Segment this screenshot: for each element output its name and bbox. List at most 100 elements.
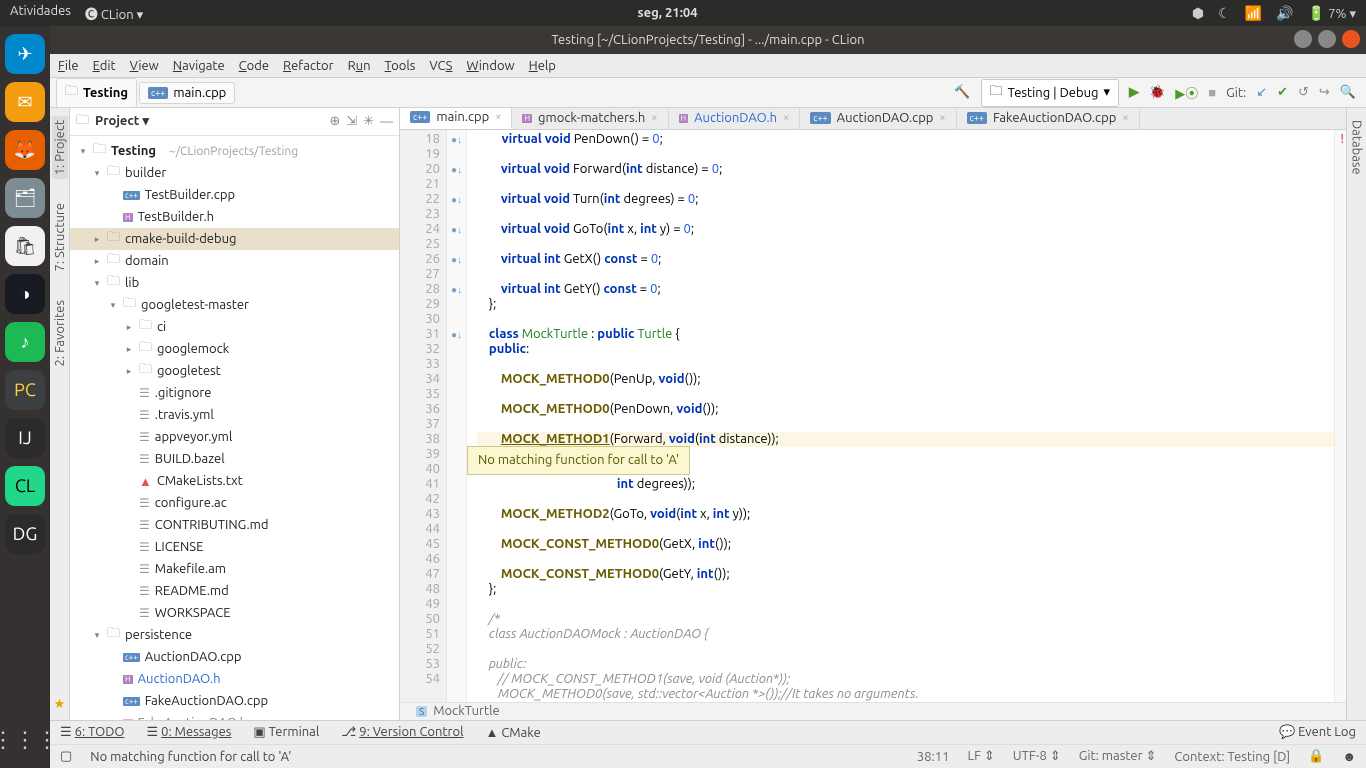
status-bar: ▢ No matching function for call to 'A' 3…: [50, 744, 1366, 768]
menu-run[interactable]: Run: [348, 59, 371, 73]
menu-refactor[interactable]: Refactor: [283, 59, 334, 73]
search-everywhere-icon[interactable]: 🔍: [1340, 85, 1356, 100]
code-editor[interactable]: 1819202122232425262728293031323334353637…: [400, 130, 1346, 702]
dock-software-icon[interactable]: 🛍: [5, 226, 45, 266]
code-surface[interactable]: virtual void PenDown() = 0; virtual void…: [467, 130, 1346, 702]
dock-mail-icon[interactable]: ✉: [5, 82, 45, 122]
dock-pycharm-icon[interactable]: PC: [5, 370, 45, 410]
menu-tools[interactable]: Tools: [385, 59, 416, 73]
tool-terminal[interactable]: ▣ Terminal: [253, 725, 319, 740]
window-maximize-button[interactable]: [1318, 30, 1336, 48]
close-icon[interactable]: ×: [495, 111, 501, 123]
tree-cmake-build-debug[interactable]: ▸🗀cmake-build-debug: [70, 228, 399, 250]
close-icon[interactable]: ×: [783, 112, 789, 124]
toolwindow-project-tab[interactable]: 1: Project: [52, 116, 68, 179]
menu-window[interactable]: Window: [466, 59, 514, 73]
settings-icon[interactable]: ✳: [363, 114, 374, 129]
hide-icon[interactable]: —: [380, 115, 393, 129]
tab-fakeauctiondao-cpp[interactable]: c++FakeAuctionDAO.cpp×: [957, 108, 1140, 129]
run-with-coverage-icon[interactable]: ▶⦿: [1175, 83, 1198, 102]
dock-intellij-icon[interactable]: IJ: [5, 418, 45, 458]
wifi-icon[interactable]: 📶: [1245, 5, 1262, 22]
menu-edit[interactable]: Edit: [93, 59, 116, 73]
volume-icon[interactable]: 🔊: [1276, 5, 1293, 22]
window-titlebar: Testing [~/CLionProjects/Testing] - .../…: [50, 26, 1366, 54]
build-icon[interactable]: 🔨: [954, 85, 970, 100]
dock-firefox-icon[interactable]: 🦊: [5, 130, 45, 170]
right-tool-strip: Database: [1346, 108, 1366, 720]
night-icon[interactable]: ☾: [1218, 5, 1231, 22]
project-tree[interactable]: ▾🗀Testing ~/CLionProjects/Testing ▾🗀buil…: [70, 136, 399, 720]
menu-vcs[interactable]: VCS: [429, 59, 452, 73]
activities-label[interactable]: Atividades: [10, 4, 71, 23]
git-history-icon[interactable]: ↺: [1298, 85, 1309, 100]
dropbox-icon[interactable]: ⬢: [1192, 5, 1204, 22]
menu-view[interactable]: View: [130, 59, 159, 73]
run-config-dropdown[interactable]: 🗀 Testing | Debug ▾: [981, 79, 1119, 107]
crumb-file[interactable]: c++main.cpp: [139, 82, 235, 104]
tab-auctiondao-h[interactable]: HAuctionDAO.h×: [669, 108, 801, 129]
close-icon[interactable]: ×: [651, 112, 657, 124]
caret-position[interactable]: 38:11: [917, 750, 950, 764]
main-menubar: File Edit View Navigate Code Refactor Ru…: [50, 54, 1366, 78]
ubuntu-dock: ✈ ✉ 🦊 🗂 🛍 ◑ ♪ PC IJ CL DG ⋮⋮⋮: [0, 26, 50, 768]
lock-icon[interactable]: 🔒: [1308, 749, 1324, 764]
menu-navigate[interactable]: Navigate: [173, 59, 225, 73]
left-tool-strip: 1: Project 7: Structure 2: Favorites ★: [50, 108, 70, 720]
folder-icon: 🗀: [65, 82, 78, 104]
error-marker-icon[interactable]: !: [1340, 132, 1344, 146]
toolwindow-structure-tab[interactable]: 7: Structure: [52, 199, 68, 275]
tool-todo[interactable]: ☰ 6: TODO: [60, 725, 125, 740]
close-icon[interactable]: ×: [939, 112, 945, 124]
git-branch[interactable]: Git: master ⇕: [1079, 749, 1157, 764]
tool-eventlog[interactable]: 💬 Event Log: [1279, 725, 1356, 740]
git-revert-icon[interactable]: ↪: [1319, 85, 1330, 100]
tab-main-cpp[interactable]: c++main.cpp×: [400, 108, 512, 129]
git-commit-icon[interactable]: ✔: [1277, 85, 1288, 100]
cpp-icon: c++: [148, 87, 168, 99]
menu-file[interactable]: File: [58, 59, 79, 73]
tab-auctiondao-cpp[interactable]: c++AuctionDAO.cpp×: [800, 108, 956, 129]
statusbar-quicklist-icon[interactable]: ▢: [60, 749, 72, 764]
window-close-button[interactable]: [1342, 30, 1360, 48]
dock-spotify-icon[interactable]: ♪: [5, 322, 45, 362]
status-message: No matching function for call to 'A': [90, 750, 899, 764]
crumb-project[interactable]: 🗀Testing: [56, 78, 137, 108]
toolwindow-star-icon[interactable]: ★: [54, 697, 66, 720]
menu-help[interactable]: Help: [529, 59, 556, 73]
battery-label[interactable]: 🔋 7% ▾: [1308, 5, 1356, 22]
debug-button-icon[interactable]: 🐞: [1149, 85, 1165, 100]
dock-files-icon[interactable]: 🗂: [5, 178, 45, 218]
app-indicator[interactable]: 🅒 CLion ▾: [85, 4, 143, 23]
window-title: Testing [~/CLionProjects/Testing] - .../…: [551, 33, 864, 47]
git-update-icon[interactable]: ↙: [1256, 85, 1267, 100]
toolwindow-database-tab[interactable]: Database: [1349, 116, 1365, 179]
line-separator[interactable]: LF ⇕: [967, 749, 994, 764]
project-view-title[interactable]: Project ▾: [95, 114, 149, 129]
tool-vcs[interactable]: ⎇ 9: Version Control: [341, 725, 463, 740]
window-minimize-button[interactable]: [1294, 30, 1312, 48]
dock-steam-icon[interactable]: ◑: [5, 274, 45, 314]
collapse-all-icon[interactable]: ⇲: [346, 114, 357, 129]
navigation-bar: 🗀Testing c++main.cpp 🔨 🗀 Testing | Debug…: [50, 78, 1366, 108]
run-button-icon[interactable]: ▶: [1129, 85, 1139, 100]
dock-clion-icon[interactable]: CL: [5, 466, 45, 506]
tool-cmake[interactable]: ▲ CMake: [485, 725, 540, 740]
stop-button-icon[interactable]: ■: [1208, 85, 1216, 100]
tab-gmock-matchers[interactable]: Hgmock-matchers.h×: [512, 108, 668, 129]
dock-telegram-icon[interactable]: ✈: [5, 34, 45, 74]
editor-tabs: c++main.cpp× Hgmock-matchers.h× HAuction…: [400, 108, 1346, 130]
editor-breadcrumb[interactable]: S MockTurtle: [400, 702, 1346, 720]
dock-datagrip-icon[interactable]: DG: [5, 514, 45, 554]
dock-apps-icon[interactable]: ⋮⋮⋮: [5, 720, 45, 760]
error-stripe[interactable]: !: [1334, 130, 1346, 702]
project-view-icon[interactable]: 🗀: [76, 111, 89, 133]
tool-messages[interactable]: ☰ 0: Messages: [147, 725, 232, 740]
run-context[interactable]: Context: Testing [D]: [1174, 750, 1290, 764]
hector-icon[interactable]: ☻: [1342, 749, 1356, 764]
file-encoding[interactable]: UTF-8 ⇕: [1013, 749, 1061, 764]
scroll-from-source-icon[interactable]: ⊕: [329, 114, 340, 129]
toolwindow-favorites-tab[interactable]: 2: Favorites: [52, 296, 68, 370]
menu-code[interactable]: Code: [239, 59, 269, 73]
close-icon[interactable]: ×: [1122, 112, 1128, 124]
